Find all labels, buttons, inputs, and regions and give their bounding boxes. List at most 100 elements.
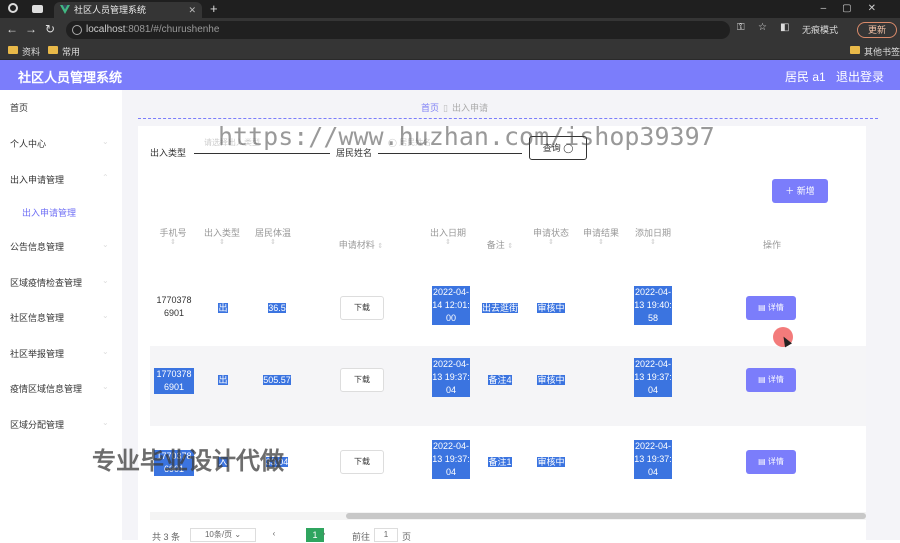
sidebar-item-community[interactable]: 社区信息管理 ⌄ <box>10 311 109 324</box>
back-icon[interactable]: ← <box>6 22 18 36</box>
sidebar-item-check[interactable]: 区域疫情检查管理 ⌄ <box>10 276 109 289</box>
breadcrumb: 首页 ▯ 出入申请 <box>421 101 488 114</box>
sort-icon[interactable]: ⇕ <box>507 243 513 250</box>
sort-icon[interactable]: ⇕ <box>202 239 242 247</box>
add-button[interactable]: ＋ 新增 <box>772 179 828 203</box>
horizontal-scrollbar[interactable] <box>150 512 866 520</box>
cell-temp: 505.57 <box>263 375 291 385</box>
sort-icon[interactable]: ⇕ <box>580 239 622 247</box>
sort-icon[interactable]: ⇕ <box>158 239 188 247</box>
type-label: 出入类型 <box>150 148 187 158</box>
site-info-icon[interactable] <box>72 25 82 35</box>
cell-date: 2022-04-13 19:37:04 <box>432 358 470 397</box>
detail-button[interactable]: ▤ 详情 <box>746 450 796 474</box>
cell-phone: 17703786901 <box>156 295 192 318</box>
col-header-type[interactable]: 出入类型 ⇕ <box>202 226 242 247</box>
download-button[interactable]: 下载 <box>340 368 384 392</box>
url-watermark: https://www.huzhan.com/ishop39397 <box>218 122 715 151</box>
sort-icon[interactable]: ⇕ <box>632 239 674 247</box>
col-header-result[interactable]: 申请结果 ⇕ <box>580 226 622 247</box>
folder-icon <box>48 46 58 54</box>
chevron-down-icon: ⌄ <box>102 276 109 285</box>
col-header-added[interactable]: 添加日期 ⇕ <box>632 226 674 247</box>
folder-icon <box>8 46 18 54</box>
new-tab-icon[interactable]: + <box>210 1 218 16</box>
cell-status: 审核中 <box>537 303 565 313</box>
col-header-action: 操作 <box>762 240 781 250</box>
cell-type: 出 <box>218 375 228 385</box>
browser-menu-icon[interactable] <box>8 3 18 13</box>
cell-note: 备注1 <box>488 457 512 467</box>
detail-button[interactable]: ▤ 详情 <box>746 368 796 392</box>
cell-status: 审核中 <box>537 457 565 467</box>
table-row: 17703786901 出 36.5 下载 2022-04-14 12:01:0… <box>150 264 866 344</box>
key-icon[interactable]: ⚿ <box>737 22 745 33</box>
download-button[interactable]: 下载 <box>340 450 384 474</box>
sidebar-subitem-access[interactable]: 出入申请管理 <box>22 206 76 219</box>
sort-icon[interactable]: ⇕ <box>377 243 383 250</box>
goto-label: 前往 <box>352 532 371 542</box>
update-button[interactable]: 更新 <box>857 22 897 38</box>
plus-icon: ＋ <box>785 186 795 196</box>
close-tab-icon[interactable]: ✕ <box>188 2 196 18</box>
chevron-down-icon: ⌄ <box>102 240 109 249</box>
cell-note: 备注4 <box>488 375 512 385</box>
col-header-phone[interactable]: 手机号 ⇕ <box>158 226 188 247</box>
bookmarks-bar: 资料 常用 其他书签 <box>0 42 900 60</box>
detail-icon: ▤ <box>758 375 766 384</box>
detail-icon: ▤ <box>758 457 766 466</box>
page-unit-label: 页 <box>402 532 412 542</box>
forward-icon[interactable]: → <box>25 22 37 36</box>
divider <box>138 118 878 119</box>
url-path: :8081/#/churushenhe <box>125 24 220 35</box>
col-header-status[interactable]: 申请状态 ⇕ <box>530 226 572 247</box>
sidebar-item-home[interactable]: 首页 <box>10 101 28 114</box>
sidebar-item-access[interactable]: 出入申请管理 ⌃ <box>10 173 109 186</box>
download-button[interactable]: 下载 <box>340 296 384 320</box>
reload-icon[interactable]: ↻ <box>45 22 55 36</box>
window-controls[interactable]: –▢✕ <box>821 0 892 18</box>
cell-date: 2022-04-13 19:37:04 <box>432 440 470 479</box>
col-header-temp[interactable]: 居民体温 ⇕ <box>252 226 294 247</box>
bookmark-star-icon[interactable]: ☆ <box>758 22 767 33</box>
col-header-material[interactable]: 申请材料 ⇕ <box>334 238 388 251</box>
sidebar-item-personal[interactable]: 个人中心 ⌄ <box>10 137 109 150</box>
vue-logo-icon <box>60 5 70 14</box>
logout-button[interactable]: 退出登录 <box>836 68 884 85</box>
chevron-down-icon: ⌄ <box>102 311 109 320</box>
sidepanel-icon[interactable]: ◧ <box>780 22 789 33</box>
app-title: 社区人员管理系统 <box>18 70 123 85</box>
bookmark-folder[interactable]: 常用 <box>48 45 80 58</box>
content-card: 出入类型 请选择出入类型 居民姓名 ◯ 居民姓名 查询 ◯ ＋ 新增 手机号 ⇕ … <box>138 126 866 542</box>
detail-icon: ▤ <box>758 303 766 312</box>
cell-added: 2022-04-13 19:37:04 <box>634 358 672 397</box>
cell-date: 2022-04-14 12:01:00 <box>432 286 470 325</box>
sort-icon[interactable]: ⇕ <box>252 239 294 247</box>
tab-list-icon[interactable] <box>32 5 43 13</box>
other-bookmarks[interactable]: 其他书签 <box>850 45 900 58</box>
cell-type: 出 <box>218 303 228 313</box>
url-host: localhost <box>86 24 126 35</box>
browser-tab-bar: 社区人员管理系统 ✕ + –▢✕ <box>0 0 900 18</box>
scrollbar-thumb[interactable] <box>346 513 866 519</box>
cell-added: 2022-04-13 19:37:04 <box>634 440 672 479</box>
detail-button[interactable]: ▤ 详情 <box>746 296 796 320</box>
col-header-note[interactable]: 备注 ⇕ <box>482 238 518 251</box>
breadcrumb-current: 出入申请 <box>451 103 488 113</box>
current-user: 居民 a1 <box>785 70 826 84</box>
sidebar-item-allocation[interactable]: 区域分配管理 ⌄ <box>10 418 109 431</box>
sort-icon[interactable]: ⇕ <box>530 239 572 247</box>
bookmark-folder[interactable]: 资料 <box>8 45 40 58</box>
sidebar-item-report[interactable]: 社区举报管理 ⌄ <box>10 347 109 360</box>
sort-icon[interactable]: ⇕ <box>428 239 468 247</box>
pagination-total: 共 3 条 <box>152 532 181 542</box>
col-header-date[interactable]: 出入日期 ⇕ <box>428 226 468 247</box>
sidebar-item-notice[interactable]: 公告信息管理 ⌄ <box>10 240 109 253</box>
table-row: 17703786901 出 505.57 下载 2022-04-13 19:37… <box>150 346 866 426</box>
url-input[interactable]: localhost:8081/#/churushenhe <box>66 21 730 39</box>
incognito-label[interactable]: 无痕模式 <box>802 23 838 36</box>
browser-tab[interactable]: 社区人员管理系统 ✕ <box>54 2 202 18</box>
breadcrumb-home[interactable]: 首页 <box>421 103 439 113</box>
chevron-down-icon: ⌄ <box>102 137 109 146</box>
sidebar-item-epidemic[interactable]: 疫情区域信息管理 ⌄ <box>10 382 109 395</box>
